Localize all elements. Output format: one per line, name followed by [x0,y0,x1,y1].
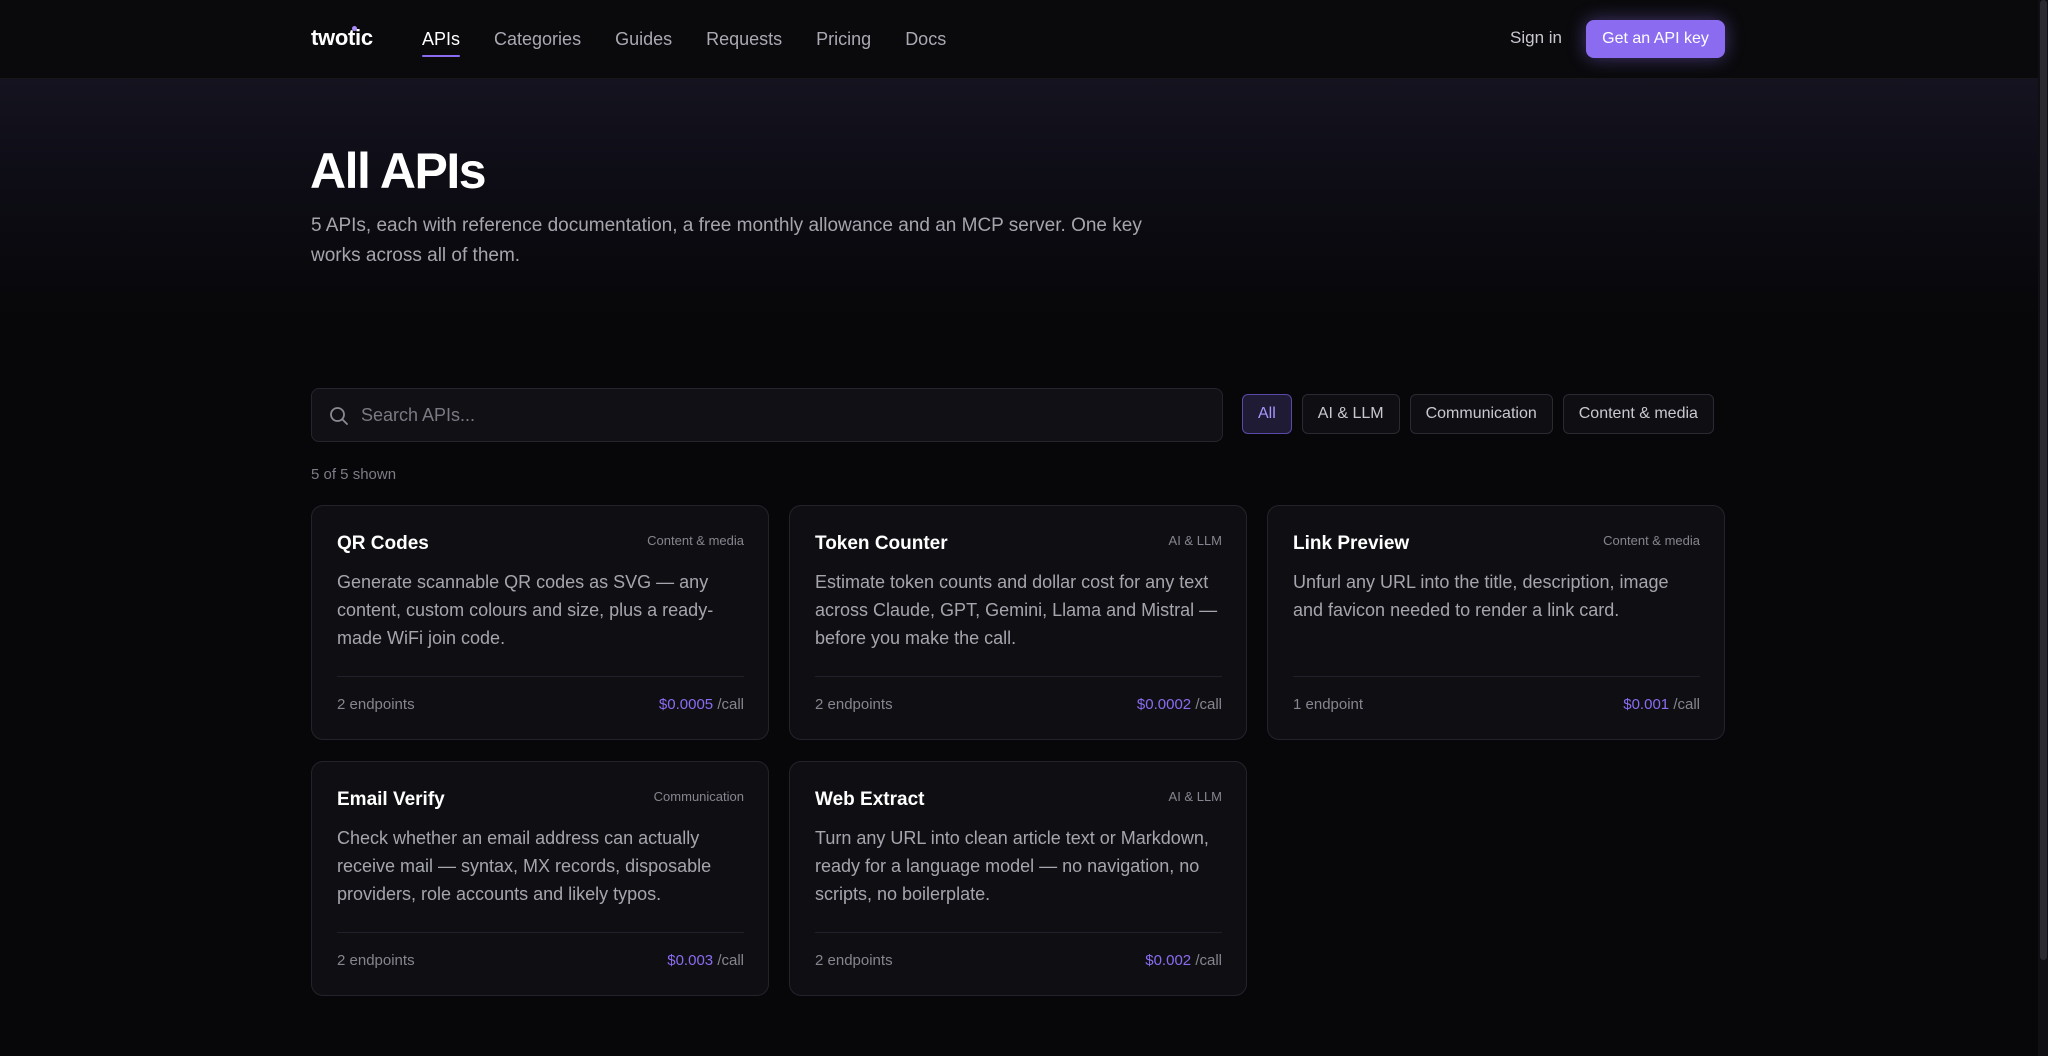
card-divider [815,932,1222,933]
api-card-token-counter[interactable]: Token Counter AI & LLM Estimate token co… [789,505,1247,740]
card-title: Email Verify [337,789,445,810]
nav-item-guides[interactable]: Guides [615,27,672,51]
api-card-web-extract[interactable]: Web Extract AI & LLM Turn any URL into c… [789,761,1247,996]
card-endpoints: 2 endpoints [337,952,415,969]
price-unit: /call [717,952,744,969]
nav-item-requests[interactable]: Requests [706,27,782,51]
results-count: 5 of 5 shown [311,466,397,483]
price-unit: /call [1195,952,1222,969]
scrollbar-thumb[interactable] [2040,0,2047,960]
search-input[interactable] [361,389,1201,441]
card-divider [815,676,1222,677]
card-divider [1293,676,1700,677]
price-unit: /call [1673,696,1700,713]
card-price: $0.003 /call [667,952,744,969]
sign-in-link[interactable]: Sign in [1510,28,1562,48]
card-description: Unfurl any URL into the title, descripti… [1293,572,1669,620]
card-title: QR Codes [337,533,429,554]
search-icon [330,407,348,425]
logo-dot-icon [352,26,357,31]
page-title: All APIs [310,143,487,199]
card-description: Estimate token counts and dollar cost fo… [815,572,1218,648]
card-category: Content & media [647,533,744,548]
card-divider [337,676,744,677]
card-price: $0.0005 /call [659,696,744,713]
card-endpoints: 2 endpoints [815,696,893,713]
search-box[interactable] [311,388,1223,442]
price-unit: /call [1195,696,1222,713]
card-divider [337,932,744,933]
price-unit: /call [717,696,744,713]
nav-item-pricing[interactable]: Pricing [816,27,871,51]
brand-logo[interactable]: twotic [311,25,373,51]
api-card-qr-codes[interactable]: QR Codes Content & media Generate scanna… [311,505,769,740]
category-filters: All AI & LLM Communication Content & med… [1242,394,1714,434]
card-category: Content & media [1603,533,1700,548]
price-amount: $0.003 [667,952,714,969]
card-description: Check whether an email address can actua… [337,828,712,904]
card-description: Turn any URL into clean article text or … [815,828,1209,904]
card-category: AI & LLM [1168,789,1222,804]
filter-all[interactable]: All [1242,394,1292,434]
api-card-link-preview[interactable]: Link Preview Content & media Unfurl any … [1267,505,1725,740]
card-title: Token Counter [815,533,948,554]
nav-item-categories[interactable]: Categories [494,27,581,51]
filter-communication[interactable]: Communication [1409,394,1553,434]
card-price: $0.001 /call [1623,696,1700,713]
card-category: AI & LLM [1168,533,1222,548]
price-amount: $0.001 [1623,696,1670,713]
card-price: $0.002 /call [1145,952,1222,969]
nav-item-docs[interactable]: Docs [905,27,946,51]
card-category: Communication [653,789,744,804]
api-card-email-verify[interactable]: Email Verify Communication Check whether… [311,761,769,996]
card-endpoints: 2 endpoints [337,696,415,713]
card-endpoints: 1 endpoint [1293,696,1364,713]
card-title: Link Preview [1293,533,1410,554]
card-title: Web Extract [815,789,925,810]
card-endpoints: 2 endpoints [815,952,893,969]
top-navigation-bar: twotic APIs Categories Guides Requests P… [0,0,2038,79]
hero-background [0,79,2038,319]
main-nav: APIs Categories Guides Requests Pricing … [422,27,980,57]
nav-item-apis[interactable]: APIs [422,27,461,57]
filter-ai-llm[interactable]: AI & LLM [1301,394,1400,434]
filter-content-media[interactable]: Content & media [1562,394,1714,434]
card-description: Generate scannable QR codes as SVG — any… [337,572,714,648]
card-price: $0.0002 /call [1137,696,1222,713]
price-amount: $0.0005 [658,696,714,713]
price-amount: $0.002 [1145,952,1192,969]
price-amount: $0.0002 [1136,696,1192,713]
get-api-key-button[interactable]: Get an API key [1586,20,1725,58]
page-subtitle: 5 APIs, each with reference documentatio… [311,215,1142,266]
